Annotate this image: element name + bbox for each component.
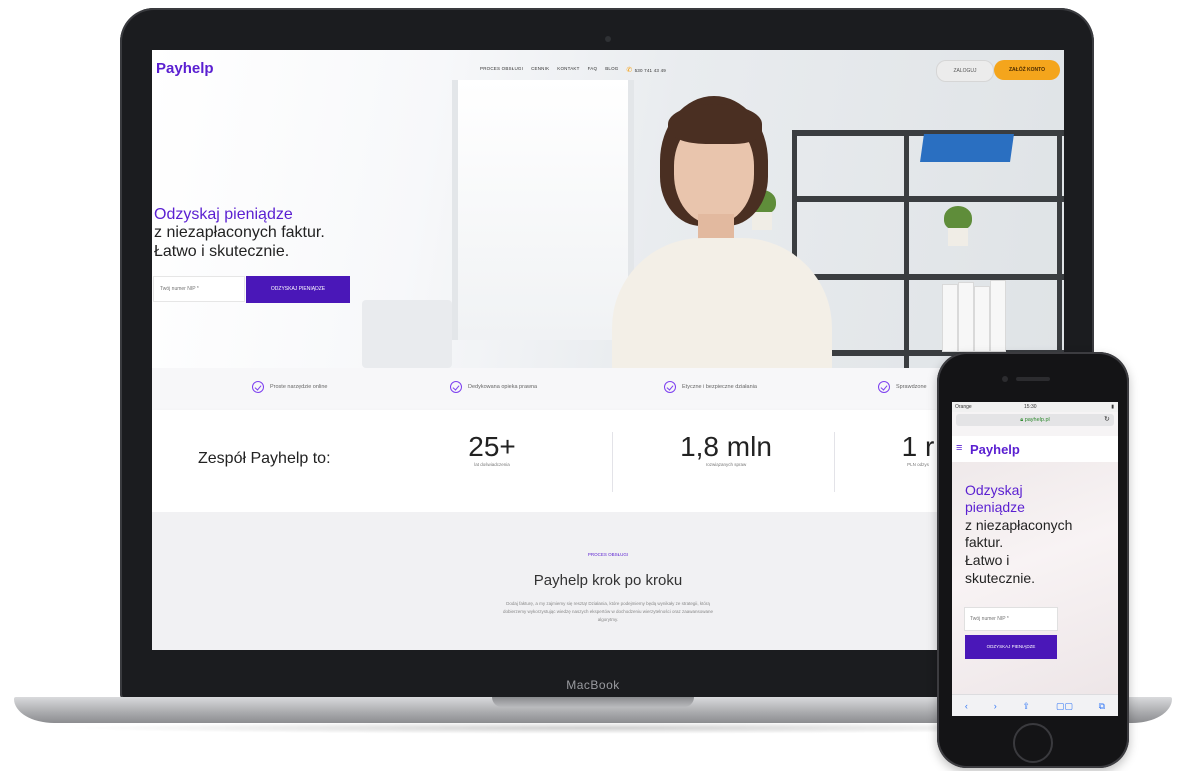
process-title: Payhelp krok po kroku [533,572,683,589]
stat-divider [612,432,613,492]
stat-value: 1,8 mln [680,431,772,462]
hero-section: Payhelp PROCES OBSŁUGI CENNIK KONTAKT FA… [152,50,1064,368]
feature-item: Sprawdzone [878,381,927,393]
feature-label: Proste narzędzie online [270,384,328,390]
status-time: 15:30 [1024,404,1037,410]
phone-nip-input[interactable] [965,608,1057,630]
blue-box-photo [920,134,1014,162]
phone-url: payhelp.pl [1024,417,1050,423]
stat-item: 1,8 mln rozwiązanych spraw [666,431,786,468]
phone-headline-line: Odzyskaj [965,482,1023,498]
nav-link-cennik[interactable]: CENNIK [531,66,549,74]
login-button[interactable]: ZALOGUJ [936,60,994,82]
bookmarks-icon[interactable]: ▢▢ [1056,701,1073,712]
laptop-camera-icon [605,36,611,42]
nav-link-faq[interactable]: FAQ [588,66,598,74]
feature-item: Etyczne i bezpieczne działania [664,381,757,393]
forward-icon[interactable]: › [994,701,997,711]
plant-photo [944,206,972,230]
phone-status-bar: Orange 15:30 ▮ [952,402,1118,412]
pot-photo [948,228,968,246]
phone-url-bar[interactable]: 🔒︎ payhelp.pl [956,414,1114,426]
woman-bangs [668,104,762,144]
hero-headline-line2: z niezapłaconych faktur. [154,224,325,241]
phone-headline-line: pieniądze [965,499,1025,515]
stat-divider [834,432,835,492]
site-logo[interactable]: Payhelp [156,60,214,77]
binder-photo [958,282,974,352]
phone-screen: Orange 15:30 ▮ 🔒︎ payhelp.pl ↻ ≡ Payhelp… [952,402,1118,716]
phone-browser-toolbar: ‹ › ⇪ ▢▢ ⧉ [952,694,1118,716]
check-circle-icon [252,381,264,393]
tabs-icon[interactable]: ⧉ [1099,701,1105,712]
laptop-base-notch [492,697,694,707]
woman-photo [612,90,832,368]
phone-recover-money-button[interactable]: ODZYSKAJ PIENIĄDZE [965,635,1057,659]
phone-nav: ≡ Payhelp [952,436,1118,462]
stats-section: Zespół Payhelp to: 25+ lat doświadczenia… [152,410,1064,512]
phone-home-button[interactable] [1013,723,1053,763]
phone-headline-line: faktur. [965,534,1004,550]
back-icon[interactable]: ‹ [965,701,968,711]
process-section: PROCES OBSŁUGI Payhelp krok po kroku Dod… [152,512,1064,650]
binder-photo [942,284,958,352]
hamburger-menu-icon[interactable]: ≡ [956,442,962,454]
shelf-post [1057,130,1062,368]
top-nav: PROCES OBSŁUGI CENNIK KONTAKT FAQ BLOG ✆… [480,66,666,74]
hero-headline-line3: Łatwo i skutecznie. [154,243,290,260]
nip-input[interactable] [154,277,244,301]
feature-label: Sprawdzone [896,384,927,390]
phone-headline-line: skutecznie. [965,570,1036,586]
battery-icon: ▮ [1111,404,1114,410]
process-label: PROCES OBSŁUGI [587,552,629,557]
stat-label: rozwiązanych spraw [705,462,747,467]
hero-window-photo [452,80,634,340]
binder-photo [974,286,990,352]
phone-camera-icon [1002,376,1008,382]
feature-label: Dedykowana opieka prawna [468,384,538,390]
nav-link-blog[interactable]: BLOG [605,66,618,74]
nav-phone[interactable]: ✆ 530 741 43 49 [627,66,666,74]
stats-title: Zespół Payhelp to: [198,450,331,467]
stat-item: 25+ lat doświadczenia [452,431,532,468]
feature-label: Etyczne i bezpieczne działania [682,384,757,390]
check-circle-icon [878,381,890,393]
phone-icon: ✆ [626,67,633,74]
register-button[interactable]: ZAŁÓŻ KONTO [994,60,1060,80]
features-band: Proste narzędzie online Dedykowana opiek… [152,368,1064,411]
feature-item: Dedykowana opieka prawna [450,381,537,393]
recover-money-button[interactable]: ODZYSKAJ PIENIĄDZE [246,276,350,303]
nav-link-proces[interactable]: PROCES OBSŁUGI [480,66,523,74]
check-circle-icon [664,381,676,393]
reload-icon[interactable]: ↻ [1104,415,1110,423]
shelf [792,196,1064,202]
shelf [792,274,1064,280]
lock-icon: 🔒︎ [1020,417,1024,423]
phone-headline-line: z niezapłaconych [965,517,1073,533]
stat-value: 25+ [468,431,516,462]
hero-headline-purple: Odzyskaj pieniądze [154,206,293,223]
share-icon[interactable]: ⇪ [1022,701,1030,712]
phone-site-logo[interactable]: Payhelp [970,442,1020,457]
feature-item: Proste narzędzie online [252,381,327,393]
status-carrier: Orange [955,404,972,410]
process-text: Dodaj fakturę, a my zajmiemy się resztą!… [502,601,714,622]
binder-photo [990,280,1006,352]
laptop-screen: Payhelp PROCES OBSŁUGI CENNIK KONTAKT FA… [152,50,1064,650]
shelf-post [904,130,909,368]
nav-link-kontakt[interactable]: KONTAKT [557,66,579,74]
stat-label: lat doświadczenia [474,462,510,467]
woman-sweater [612,238,832,368]
laptop-prop-photo [362,300,452,368]
phone-headline-line: Łatwo i [965,552,1010,568]
nav-phone-number: 530 741 43 49 [634,68,666,73]
check-circle-icon [450,381,462,393]
phone-speaker [1016,377,1050,381]
